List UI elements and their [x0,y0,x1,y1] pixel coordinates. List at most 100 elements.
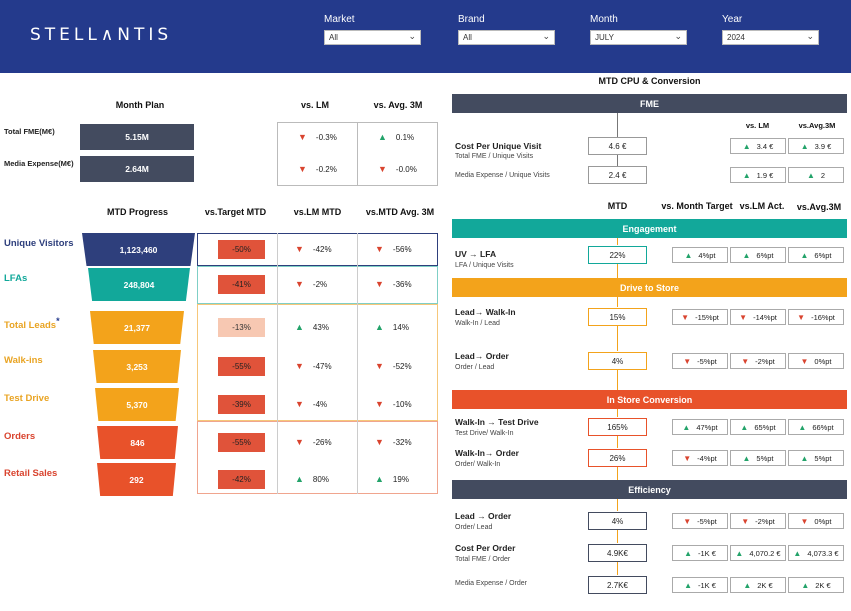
arrow-up-icon: ▲ [800,141,809,151]
connector-line [617,499,618,511]
arrow-up-icon: ▲ [684,580,692,590]
arrow-down-icon: ▼ [295,279,304,289]
funnel-bar-2: 21,377 [90,311,184,344]
funnel-label-text-5: Orders [4,431,36,442]
year-select-value: 2024 [727,33,745,42]
section-row-target-value: -5%pt [697,356,717,366]
funnel-label-text-0: Unique Visitors [4,238,74,249]
section-row-lm: ▼ -2%pt [730,353,786,369]
arrow-down-icon: ▼ [375,279,384,289]
connector-line [617,467,618,480]
progress-avg-1: ▼ -36% [375,278,412,290]
connector-line [617,370,618,390]
arrow-up-icon: ▲ [742,453,751,463]
chevron-down-icon: ⌄ [542,31,550,41]
section-row-avg-value: 4,073.3 € [807,548,839,558]
market-select[interactable]: All ⌄ [324,30,421,45]
section-row-label: UV → LFA [455,249,497,259]
section-row-avg: ▲ 5%pt [788,450,844,466]
section-row-value: 165% [588,418,647,436]
section-row-avg: ▲ 66%pt [788,419,844,435]
month-select[interactable]: JULY ⌄ [590,30,687,45]
section-row-value: 4% [588,512,647,530]
mtd-progress-title: MTD Progress [106,207,168,217]
funnel-bar-5: 846 [97,426,178,459]
arrow-up-icon: ▲ [375,322,384,332]
stellantis-logo: STELL∧NTIS [30,25,173,45]
progress-lm-6: ▲ 80% [295,473,329,485]
funnel-label-text-1: LFAs [4,273,28,284]
arrow-down-icon: ▼ [295,361,304,371]
progress-lm-0-value: -42% [312,244,332,254]
arrow-up-icon: ▲ [295,474,304,484]
funnel-label-0: Unique Visitors [4,238,74,249]
progress-lm-5: ▼ -26% [295,436,332,448]
chevron-down-icon: ⌄ [806,31,814,41]
plan-col-lm: vs. LM [300,100,329,110]
fme-row-avg-1-value: 2 [820,170,826,180]
arrow-up-icon: ▲ [806,170,815,180]
progress-avg-4-value: -10% [392,399,412,409]
arrow-down-icon: ▼ [295,399,304,409]
arrow-up-icon: ▲ [793,548,802,558]
funnel-label-2: Total Leads* [4,316,60,331]
arrow-down-icon: ▼ [683,516,692,526]
arrow-up-icon: ▲ [684,548,692,558]
funnel-bar-4: 5,370 [95,388,179,421]
section-row-avg-value: 0%pt [814,516,832,526]
cpu-title: MTD CPU & Conversion [598,76,701,86]
fme-row-avg-0-value: 3.9 € [814,141,832,151]
section-row-target-value: -15%pt [695,312,719,322]
plan-avg-0-value: 0.1% [395,132,415,142]
section-row-lm-value: -2%pt [755,356,775,366]
progress-avg-5: ▼ -32% [375,436,412,448]
plan-label-fme: Total FME(M€) [4,127,55,136]
section-row-sub: Media Expense / Order [455,580,527,587]
arrow-up-icon: ▲ [801,580,810,590]
fme-row-value-1: 2.4 € [588,166,647,184]
year-select[interactable]: 2024 ⌄ [722,30,819,45]
fme-row-lm-1: ▲ 1.9 € [730,167,786,183]
brand-select[interactable]: All ⌄ [458,30,555,45]
progress-avg-5-value: -32% [392,437,412,447]
connector-line [617,530,618,543]
arrow-up-icon: ▲ [743,580,752,590]
month-filter-label: Month [590,14,618,25]
market-filter[interactable]: Market All ⌄ [324,14,421,45]
brand-filter[interactable]: Brand All ⌄ [458,14,555,45]
section-row-target: ▲ 47%pt [672,419,728,435]
section-row-sub: Order / Lead [455,364,495,371]
year-filter[interactable]: Year 2024 ⌄ [722,14,819,45]
section-row-avg-value: 5%pt [814,453,832,463]
fme-row-lm-1-value: 1.9 € [756,170,774,180]
progress-lm-4: ▼ -4% [295,398,327,410]
section-row-avg: ▲ 2K € [788,577,844,593]
header-bar: STELL∧NTIS Market All ⌄ Brand All ⌄ Month … [0,0,851,73]
funnel-label-4: Test Drive [4,393,49,404]
arrow-up-icon: ▲ [800,453,809,463]
section-row-label: Lead → Order [455,511,512,521]
progress-avg-3: ▼ -52% [375,360,412,372]
band-drive-to-store: Drive to Store [452,278,847,297]
arrow-down-icon: ▼ [800,356,809,366]
progress-avg-2-value: 14% [392,322,409,332]
plan-avg-1-value: -0.0% [395,164,417,174]
target-bar-3: -55% [218,357,265,376]
progress-avg-2: ▲ 14% [375,321,409,333]
arrow-up-icon: ▲ [375,474,384,484]
progress-lm-5-value: -26% [312,437,332,447]
section-row-lm-value: 5%pt [756,453,774,463]
target-bar-5: -55% [218,433,265,452]
month-filter[interactable]: Month JULY ⌄ [590,14,687,45]
section-row-avg-value: 66%pt [812,422,834,432]
arrow-down-icon: ▼ [741,516,750,526]
section-row-lm-value: -14%pt [753,312,777,322]
section-row-value: 4% [588,352,647,370]
section-row-lm: ▲ 6%pt [730,247,786,263]
section-row-target: ▼ -4%pt [672,450,728,466]
fme-row-sub-0: Total FME / Unique Visits [455,153,534,160]
plan-label-media: Media Expense(M€) [4,159,74,168]
col-avg3m: vs.Avg.3M [796,202,842,212]
funnel-bar-1: 248,804 [88,268,190,301]
connector-line [617,155,618,166]
